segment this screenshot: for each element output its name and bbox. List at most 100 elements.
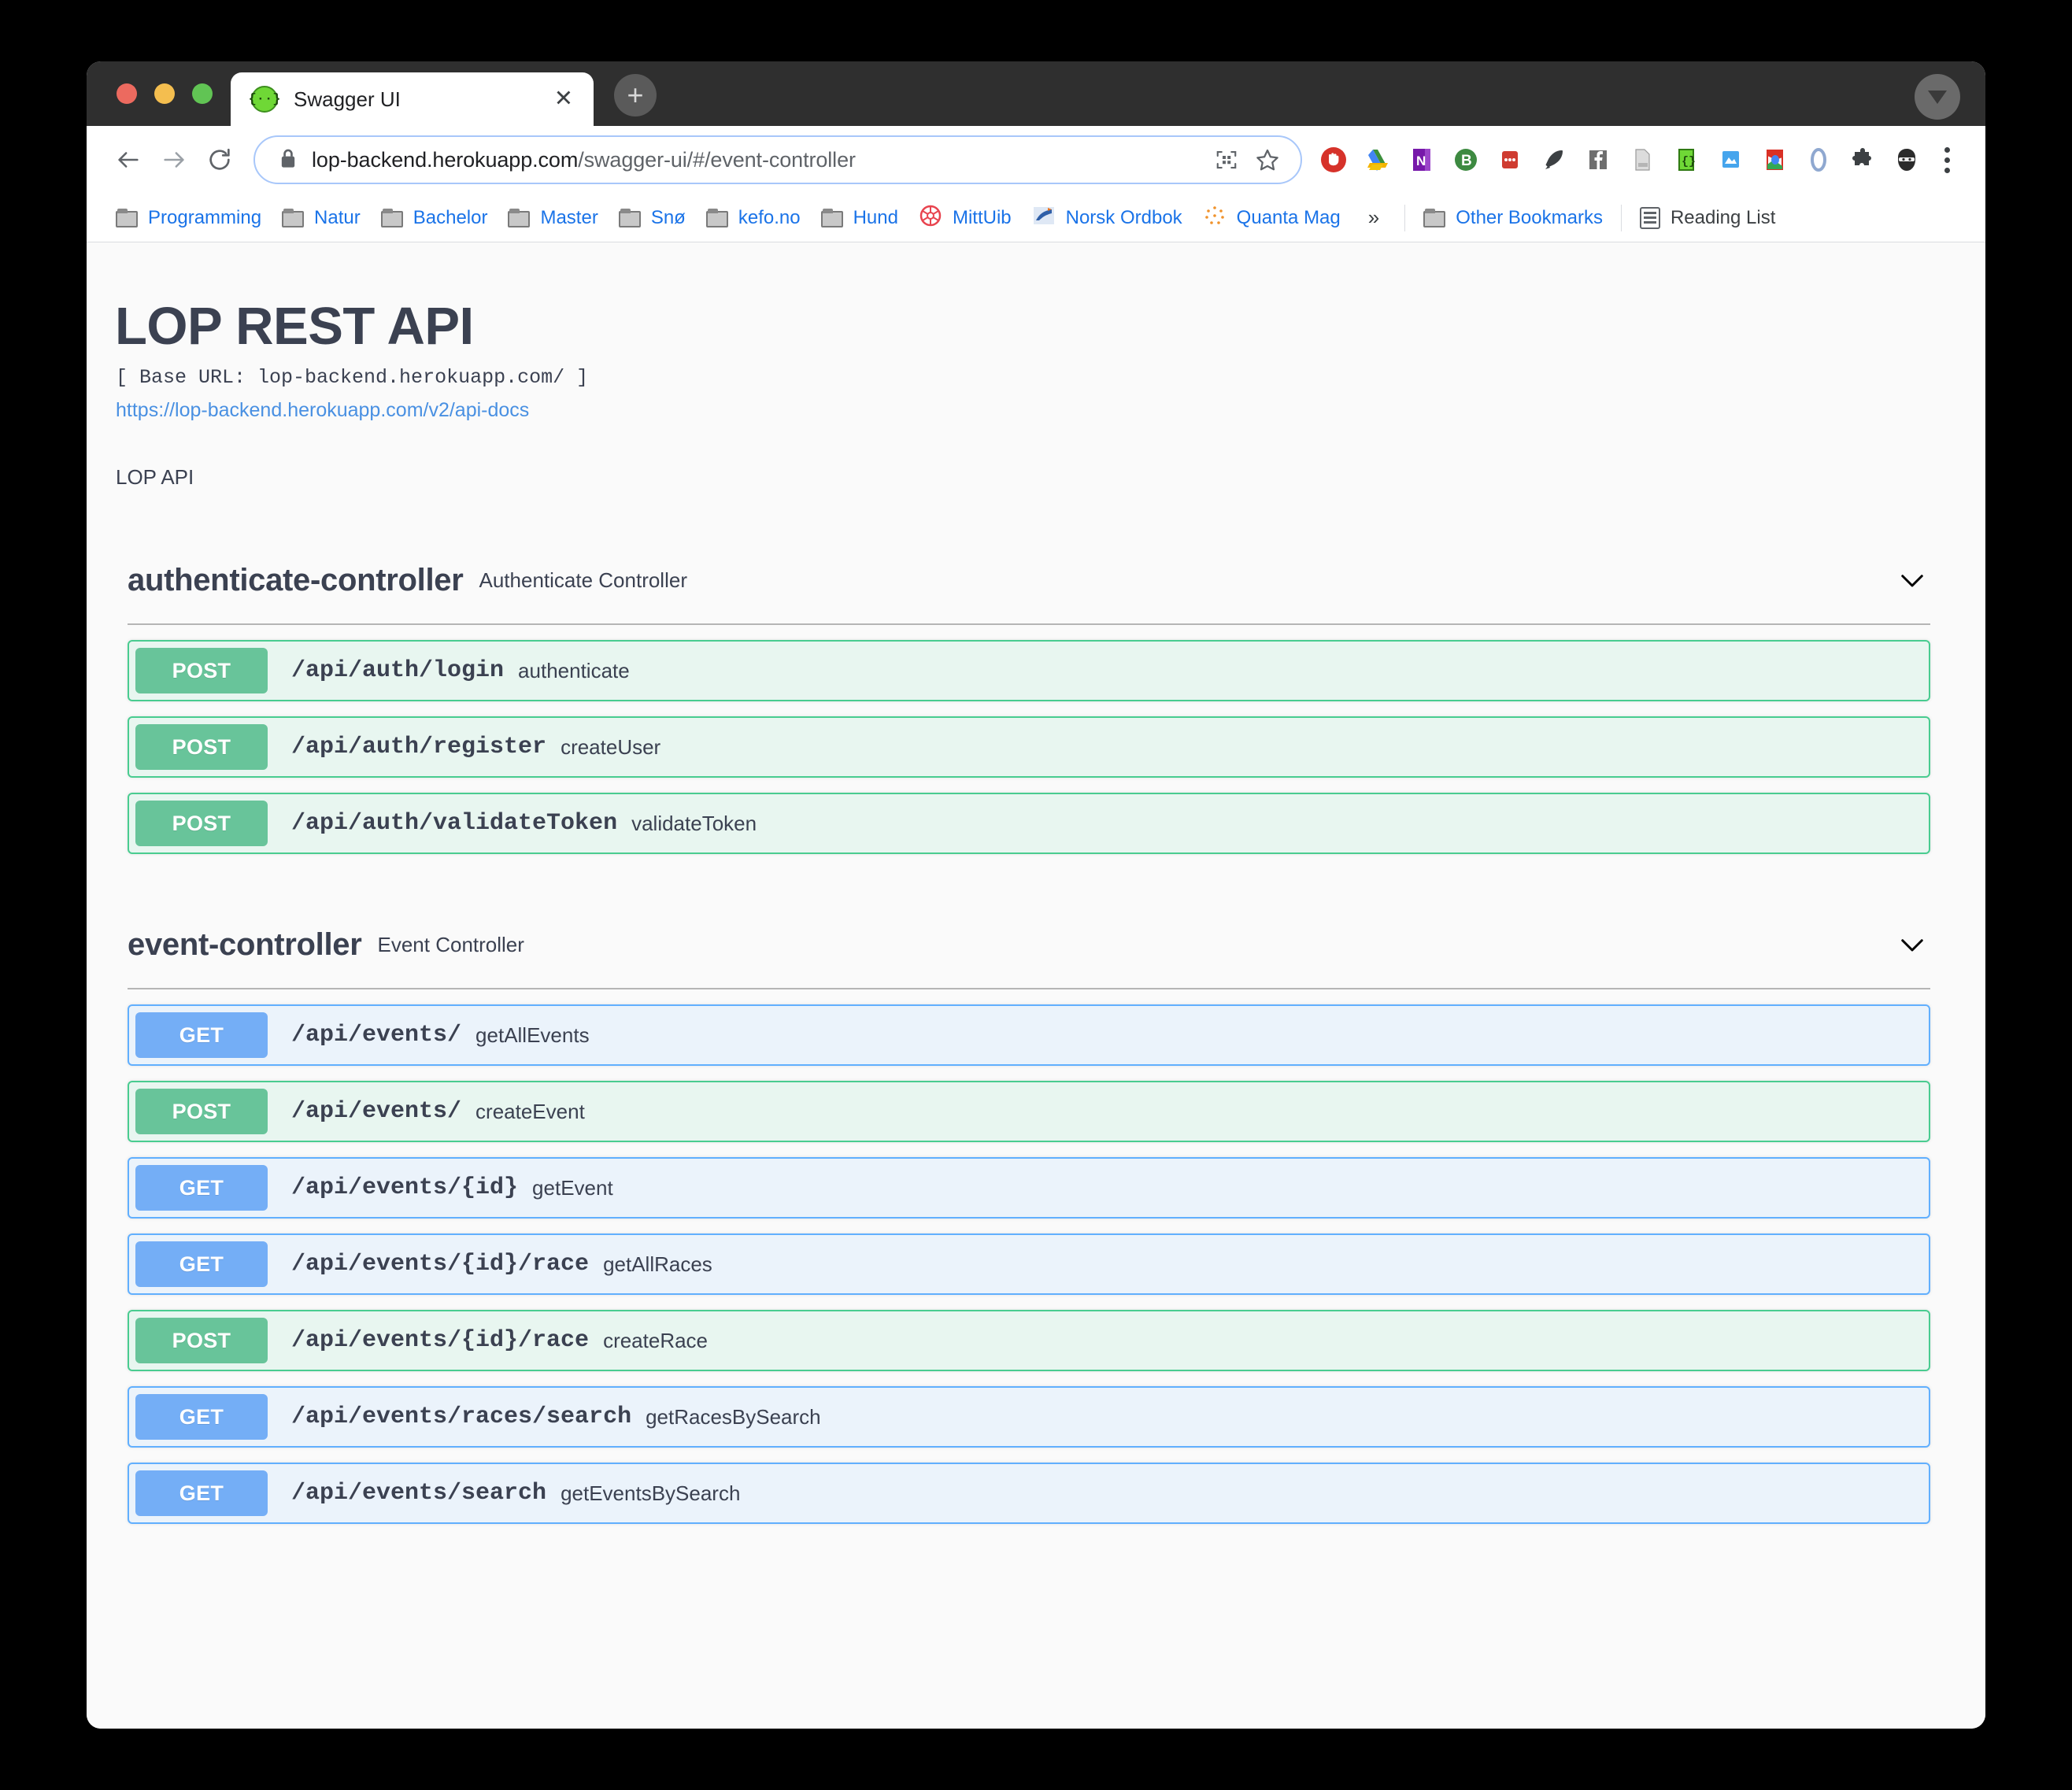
- reading-list-button[interactable]: Reading List: [1630, 202, 1785, 234]
- google-drive-extension-icon[interactable]: [1356, 137, 1400, 183]
- bookmark-kefo-no[interactable]: kefo.no: [696, 202, 811, 234]
- url-text: lop-backend.herokuapp.com/swagger-ui/#/e…: [312, 147, 856, 172]
- close-tab-icon[interactable]: ✕: [554, 87, 573, 111]
- bookmark-label: Natur: [314, 206, 361, 228]
- window-traffic-lights: [117, 83, 213, 104]
- document-extension-icon[interactable]: [1620, 137, 1664, 183]
- operation-row[interactable]: POST /api/auth/validateToken validateTok…: [128, 793, 1930, 854]
- tag-name: event-controller: [128, 926, 362, 962]
- tag-description: Authenticate Controller: [479, 568, 687, 592]
- close-window-button[interactable]: [117, 83, 137, 104]
- browser-profile-button[interactable]: [1915, 74, 1960, 120]
- base-url-text: [ Base URL: lop-backend.herokuapp.com/ ]: [116, 366, 589, 389]
- http-method-badge: GET: [135, 1394, 268, 1440]
- onenote-extension-icon[interactable]: N: [1400, 137, 1444, 183]
- http-method-badge: GET: [135, 1012, 268, 1058]
- pocket-extension-icon[interactable]: [1488, 137, 1532, 183]
- operation-summary: validateToken: [631, 811, 757, 835]
- bitwarden-extension-icon[interactable]: B: [1444, 137, 1488, 183]
- bookmark-programming[interactable]: Programming: [105, 202, 272, 234]
- bookmark-natur[interactable]: Natur: [272, 202, 371, 234]
- operation-row[interactable]: POST /api/auth/register createUser: [128, 716, 1930, 778]
- bookmark-quanta-mag[interactable]: Quanta Mag: [1193, 199, 1351, 236]
- tag-description: Event Controller: [377, 932, 524, 956]
- svg-text:N: N: [1416, 153, 1426, 168]
- json-viewer-extension-icon[interactable]: {}: [1664, 137, 1708, 183]
- back-button[interactable]: [105, 137, 151, 183]
- back-arrow-icon: [118, 152, 139, 168]
- forward-button[interactable]: [151, 137, 197, 183]
- json-viewer-glyph: {}: [1678, 149, 1696, 171]
- operation-path: /api/events/: [291, 1022, 462, 1048]
- adblock-glyph: [1321, 147, 1346, 172]
- operation-row[interactable]: GET /api/events/ getAllEvents: [128, 1004, 1930, 1066]
- bookmark-mittuib[interactable]: MittUib: [908, 199, 1022, 236]
- tag-section-authenticate-controller: authenticate-controller Authenticate Con…: [113, 562, 1935, 854]
- minimize-window-button[interactable]: [154, 83, 175, 104]
- tag-divider: [128, 623, 1930, 625]
- bookmark-hund[interactable]: Hund: [811, 202, 908, 234]
- bookmark-master[interactable]: Master: [498, 202, 608, 234]
- reload-button[interactable]: [197, 137, 242, 183]
- maximize-window-button[interactable]: [192, 83, 213, 104]
- operation-row[interactable]: GET /api/events/{id}/race getAllRaces: [128, 1233, 1930, 1295]
- folder-icon: [282, 208, 305, 227]
- chevron-down-icon[interactable]: [1894, 926, 1930, 963]
- profile-avatar-icon[interactable]: [1885, 137, 1929, 183]
- bookmark-star-icon[interactable]: [1247, 139, 1288, 180]
- browser-tab-swagger-ui[interactable]: {··} Swagger UI ✕: [231, 72, 594, 126]
- operation-row[interactable]: POST /api/events/{id}/race createRace: [128, 1310, 1930, 1371]
- operation-row[interactable]: GET /api/events/{id} getEvent: [128, 1157, 1930, 1219]
- tab-title: Swagger UI: [294, 87, 401, 111]
- facebook-extension-icon[interactable]: [1576, 137, 1620, 183]
- padlock-glyph: [281, 149, 295, 168]
- folder-icon: [1423, 208, 1446, 227]
- star-glyph: [1256, 149, 1278, 171]
- caret-down-icon: [1928, 90, 1947, 104]
- tab-strip: {··} Swagger UI ✕ +: [87, 61, 1985, 126]
- onedrive-extension-icon[interactable]: [1708, 137, 1752, 183]
- bookmark-norsk-ordbok[interactable]: Norsk Ordbok: [1022, 199, 1193, 236]
- zotero-extension-icon[interactable]: [1796, 137, 1841, 183]
- operation-summary: getEventsBySearch: [561, 1481, 741, 1505]
- address-bar[interactable]: lop-backend.herokuapp.com/swagger-ui/#/e…: [253, 135, 1302, 184]
- folder-icon: [618, 208, 641, 227]
- operation-row[interactable]: POST /api/events/ createEvent: [128, 1081, 1930, 1142]
- tag-header-event-controller[interactable]: event-controller Event Controller: [113, 926, 1935, 963]
- qr-code-glyph: [1216, 150, 1237, 169]
- operation-row[interactable]: GET /api/events/races/search getRacesByS…: [128, 1386, 1930, 1448]
- bookmarks-bar: Programming Natur Bachelor Master Snø ke…: [87, 194, 1985, 242]
- operation-row[interactable]: POST /api/auth/login authenticate: [128, 640, 1930, 701]
- browser-toolbar: lop-backend.herokuapp.com/swagger-ui/#/e…: [87, 126, 1985, 194]
- operation-path: /api/events/{id}/race: [291, 1327, 590, 1354]
- api-docs-link[interactable]: https://lop-backend.herokuapp.com/v2/api…: [116, 399, 529, 422]
- qr-code-icon[interactable]: [1206, 139, 1247, 180]
- bookmark-bachelor[interactable]: Bachelor: [371, 202, 498, 234]
- folder-icon: [705, 208, 728, 227]
- forward-arrow-icon: [164, 152, 184, 168]
- rocket-extension-icon[interactable]: [1532, 137, 1576, 183]
- browser-menu-button[interactable]: [1929, 137, 1965, 183]
- tag-header-authenticate-controller[interactable]: authenticate-controller Authenticate Con…: [113, 562, 1935, 598]
- lock-icon[interactable]: [279, 147, 298, 173]
- page-viewport: LOP REST API [ Base URL: lop-backend.her…: [87, 242, 1985, 1729]
- swagger-ui-root: LOP REST API [ Base URL: lop-backend.her…: [87, 242, 1985, 1524]
- google-arts-extension-icon[interactable]: [1752, 137, 1796, 183]
- quanta-mag-favicon: [1203, 204, 1227, 231]
- chevron-down-icon[interactable]: [1894, 562, 1930, 598]
- bookmark-sno[interactable]: Snø: [609, 202, 696, 234]
- norsk-ordbok-favicon: [1032, 204, 1056, 231]
- zotero-glyph: [1811, 148, 1826, 172]
- adblock-extension-icon[interactable]: [1312, 137, 1356, 183]
- other-bookmarks-folder[interactable]: Other Bookmarks: [1413, 202, 1613, 234]
- operation-path: /api/events/search: [291, 1480, 547, 1507]
- operation-row[interactable]: GET /api/events/search getEventsBySearch: [128, 1463, 1930, 1524]
- bookmarks-overflow-button[interactable]: »: [1351, 205, 1397, 230]
- operation-summary: getEvent: [532, 1175, 613, 1200]
- http-method-badge: POST: [135, 1089, 268, 1134]
- page-title: LOP REST API: [115, 297, 474, 356]
- operation-summary: createUser: [561, 734, 661, 759]
- new-tab-button[interactable]: +: [614, 74, 657, 116]
- puzzle-extensions-icon[interactable]: [1841, 137, 1885, 183]
- bookmark-label: Norsk Ordbok: [1065, 206, 1182, 228]
